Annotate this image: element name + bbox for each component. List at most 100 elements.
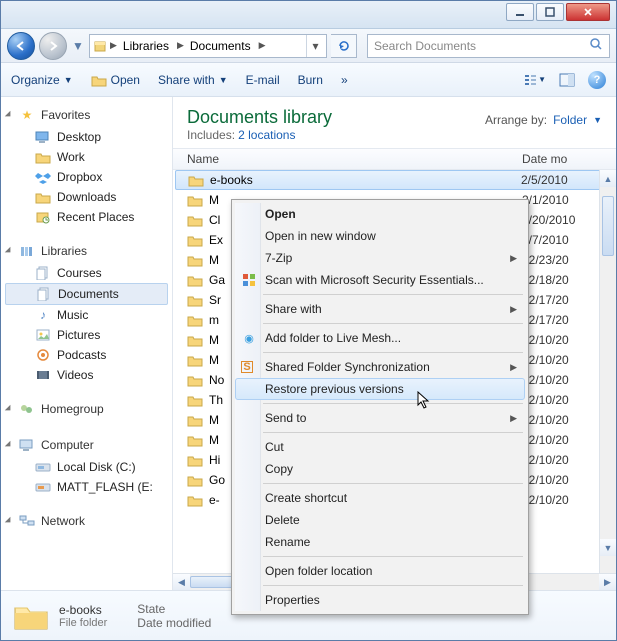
ctx-rename[interactable]: Rename: [235, 531, 525, 553]
locations-link[interactable]: 2 locations: [238, 128, 295, 142]
ctx-scan[interactable]: Scan with Microsoft Security Essentials.…: [235, 269, 525, 291]
view-mode-button[interactable]: ▼: [524, 69, 546, 91]
folder-icon: [187, 392, 203, 408]
search-input[interactable]: Search Documents: [367, 34, 610, 58]
nav-videos[interactable]: Videos: [1, 365, 172, 385]
ctx-open-new-window[interactable]: Open in new window: [235, 225, 525, 247]
forward-button[interactable]: [39, 32, 67, 60]
nav-flash-drive[interactable]: MATT_FLASH (E:: [1, 477, 172, 497]
ctx-share-with[interactable]: Share with▶: [235, 298, 525, 320]
nav-courses[interactable]: Courses: [1, 263, 172, 283]
organize-menu[interactable]: Organize ▼: [11, 73, 73, 87]
scroll-up-button[interactable]: ▲: [600, 170, 616, 187]
library-icon: [92, 38, 108, 54]
file-date: 2/5/2010: [521, 173, 601, 187]
nav-favorites-header[interactable]: ★Favorites: [1, 105, 172, 127]
network-icon: [19, 513, 35, 529]
folder-icon: [187, 252, 203, 268]
chevron-down-icon: ▼: [593, 115, 602, 125]
folder-icon: [187, 312, 203, 328]
nav-dropbox[interactable]: Dropbox: [1, 167, 172, 187]
preview-pane-button[interactable]: [556, 69, 578, 91]
nav-music[interactable]: ♪Music: [1, 305, 172, 325]
ctx-delete[interactable]: Delete: [235, 509, 525, 531]
chevron-right-icon[interactable]: ▶: [257, 40, 268, 51]
nav-recent[interactable]: Recent Places: [1, 207, 172, 227]
column-date[interactable]: Date mo: [522, 152, 602, 166]
nav-desktop[interactable]: Desktop: [1, 127, 172, 147]
vertical-scrollbar[interactable]: ▲ ▼: [599, 170, 616, 573]
explorer-window: ▼ ▶ Libraries ▶ Documents ▶ ▾ Search Doc…: [0, 0, 617, 641]
nav-documents[interactable]: Documents: [5, 283, 168, 305]
folder-icon: [187, 192, 203, 208]
ctx-open[interactable]: Open: [235, 203, 525, 225]
overflow-chevrons[interactable]: »: [341, 73, 348, 87]
scroll-down-button[interactable]: ▼: [600, 539, 616, 556]
email-button[interactable]: E-mail: [246, 73, 280, 87]
scroll-thumb[interactable]: [602, 196, 614, 256]
file-row[interactable]: e-books2/5/2010: [175, 170, 614, 190]
minimize-button[interactable]: [506, 3, 534, 21]
maximize-button[interactable]: [536, 3, 564, 21]
folder-icon: [187, 412, 203, 428]
scroll-right-button[interactable]: ▶: [599, 574, 616, 590]
search-placeholder: Search Documents: [374, 39, 476, 53]
desktop-icon: [35, 129, 51, 145]
ctx-open-folder-location[interactable]: Open folder location: [235, 560, 525, 582]
nav-podcasts[interactable]: Podcasts: [1, 345, 172, 365]
ctx-live-mesh[interactable]: ◉Add folder to Live Mesh...: [235, 327, 525, 349]
submenu-arrow-icon: ▶: [510, 413, 517, 424]
nav-homegroup-header[interactable]: Homegroup: [1, 399, 172, 421]
nav-local-disk[interactable]: Local Disk (C:): [1, 457, 172, 477]
nav-work[interactable]: Work: [1, 147, 172, 167]
file-date: 12/10/20: [522, 413, 602, 427]
nav-network-header[interactable]: Network: [1, 511, 172, 533]
breadcrumb-libraries[interactable]: Libraries: [119, 35, 175, 57]
ctx-send-to[interactable]: Send to▶: [235, 407, 525, 429]
file-date: 12/17/20: [522, 313, 602, 327]
share-with-menu[interactable]: Share with ▼: [158, 73, 228, 87]
address-dropdown[interactable]: ▾: [306, 35, 324, 57]
folder-icon: [187, 492, 203, 508]
address-bar[interactable]: ▶ Libraries ▶ Documents ▶ ▾: [89, 34, 327, 58]
details-name: e-books: [59, 603, 107, 617]
ctx-copy[interactable]: Copy: [235, 458, 525, 480]
nav-bar: ▼ ▶ Libraries ▶ Documents ▶ ▾ Search Doc…: [1, 29, 616, 63]
ctx-7zip[interactable]: 7-Zip▶: [235, 247, 525, 269]
nav-pictures[interactable]: Pictures: [1, 325, 172, 345]
file-date: 12/10/20: [522, 373, 602, 387]
ctx-restore-previous[interactable]: Restore previous versions: [235, 378, 525, 400]
breadcrumb-documents[interactable]: Documents: [186, 35, 257, 57]
ctx-properties[interactable]: Properties: [235, 589, 525, 611]
nav-libraries-header[interactable]: Libraries: [1, 241, 172, 263]
folder-icon: [187, 432, 203, 448]
ctx-cut[interactable]: Cut: [235, 436, 525, 458]
burn-button[interactable]: Burn: [298, 73, 323, 87]
chevron-right-icon[interactable]: ▶: [108, 40, 119, 51]
chevron-right-icon[interactable]: ▶: [175, 40, 186, 51]
help-button[interactable]: ?: [588, 71, 606, 89]
open-button[interactable]: Open: [91, 72, 140, 88]
podcast-icon: [35, 347, 51, 363]
documents-icon: [35, 265, 51, 281]
history-dropdown[interactable]: ▼: [71, 35, 85, 57]
file-date: 1/20/2010: [522, 213, 602, 227]
column-headers[interactable]: Name Date mo: [173, 148, 616, 170]
back-button[interactable]: [7, 32, 35, 60]
folder-icon: [187, 212, 203, 228]
nav-computer-header[interactable]: Computer: [1, 435, 172, 457]
arrange-by[interactable]: Arrange by: Folder ▼: [485, 107, 602, 127]
ctx-create-shortcut[interactable]: Create shortcut: [235, 487, 525, 509]
music-icon: ♪: [35, 307, 51, 323]
folder-icon-large: [13, 600, 49, 632]
close-button[interactable]: [566, 3, 610, 21]
column-name[interactable]: Name: [187, 152, 522, 166]
file-date: 2/1/2010: [522, 193, 602, 207]
ctx-shared-folder-sync[interactable]: SShared Folder Synchronization▶: [235, 356, 525, 378]
refresh-button[interactable]: [331, 34, 357, 58]
folder-open-icon: [91, 72, 107, 88]
computer-icon: [19, 437, 35, 453]
scroll-left-button[interactable]: ◀: [173, 574, 190, 590]
file-date: 12/10/20: [522, 333, 602, 347]
nav-downloads[interactable]: Downloads: [1, 187, 172, 207]
